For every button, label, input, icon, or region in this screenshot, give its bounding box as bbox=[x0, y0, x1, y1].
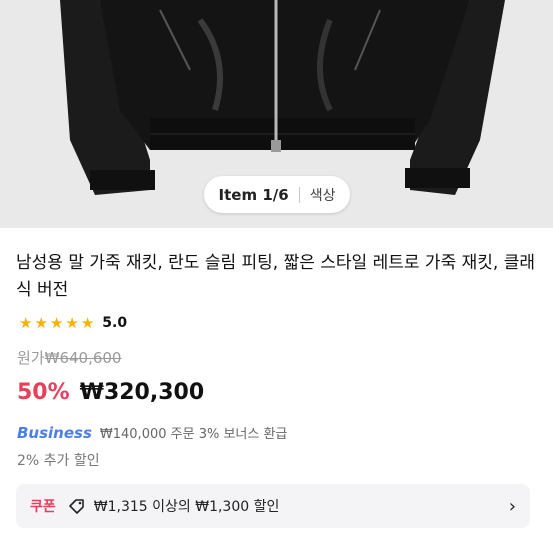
coupon-banner[interactable]: 쿠폰 ₩1,315 이상의 ₩1,300 할인 › bbox=[16, 484, 530, 528]
sale-price-value: ₩320,300 bbox=[79, 380, 205, 405]
extra-discount: 2% 추가 할인 bbox=[17, 453, 100, 469]
product-image-carousel[interactable]: Item 1/6 색상 bbox=[0, 0, 553, 228]
star-icon: ★ bbox=[65, 314, 79, 332]
product-title: 남성용 말 가죽 재킷, 란도 슬림 피팅, 짧은 스타일 레트로 가죽 재킷,… bbox=[16, 253, 535, 300]
chevron-right-icon[interactable]: › bbox=[509, 496, 516, 517]
tag-icon bbox=[68, 499, 84, 514]
star-icon: ★ bbox=[49, 314, 64, 332]
bottom-edge bbox=[0, 546, 553, 553]
image-pager[interactable]: Item 1/6 색상 bbox=[204, 176, 350, 213]
star-icon: ★ bbox=[80, 314, 95, 332]
business-logo: Business bbox=[17, 423, 92, 442]
business-benefit-text: ₩140,000 주문 3% 보너스 환급 bbox=[99, 427, 288, 442]
image-counter: Item 1/6 bbox=[218, 185, 289, 204]
star-icon: ★ bbox=[34, 314, 48, 332]
star-icon: ★ bbox=[19, 314, 33, 332]
coupon-text: ₩1,315 이상의 ₩1,300 할인 bbox=[93, 499, 280, 515]
color-option-link[interactable]: 색상 bbox=[310, 185, 336, 205]
discount-rate: 50% bbox=[17, 380, 70, 405]
original-price-value: ₩640,600 bbox=[44, 349, 122, 367]
sale-price: 50% ₩320,300 bbox=[17, 380, 204, 405]
original-price: 원가₩640,600 bbox=[17, 347, 121, 368]
business-benefit[interactable]: Business ₩140,000 주문 3% 보너스 환급 bbox=[17, 423, 288, 443]
original-price-label: 원가 bbox=[17, 349, 45, 367]
rating[interactable]: ★ ★ ★ ★ ★ 5.0 bbox=[19, 314, 127, 332]
pager-divider bbox=[298, 186, 300, 203]
coupon-tag: 쿠폰 bbox=[30, 499, 56, 515]
rating-score: 5.0 bbox=[102, 315, 128, 331]
